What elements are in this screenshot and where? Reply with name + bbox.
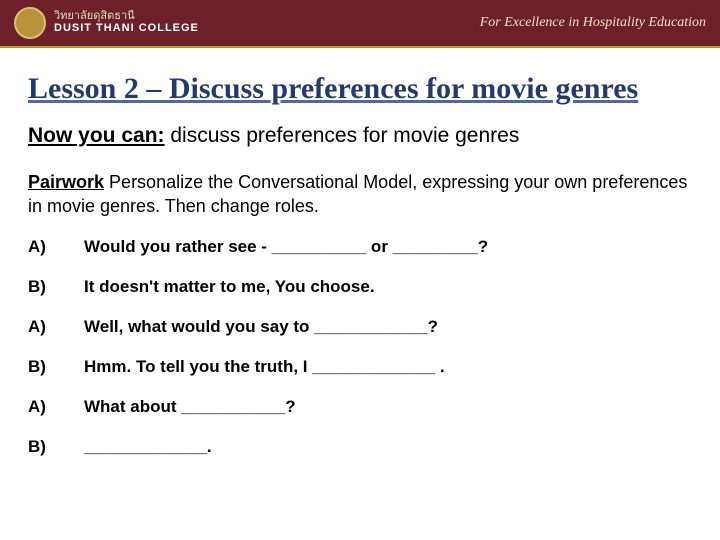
now-you-can-text: discuss preferences for movie genres <box>165 124 520 147</box>
dialogue-line: Hmm. To tell you the truth, I __________… <box>84 357 445 377</box>
college-name-english: DUSIT THANI COLLEGE <box>54 23 199 35</box>
dialogue-speaker: A) <box>28 317 84 337</box>
dialogue-speaker: B) <box>28 277 84 297</box>
dialogue-line: _____________. <box>84 437 212 457</box>
header-right: For Excellence in Hospitality Education <box>480 15 706 31</box>
dialogue-line: Would you rather see - __________ or ___… <box>84 237 488 257</box>
college-name: วิทยาลัยดุสิตธานี DUSIT THANI COLLEGE <box>54 11 199 34</box>
dialogue-speaker: A) <box>28 397 84 417</box>
dialogue-line: It doesn't matter to me, You choose. <box>84 277 375 297</box>
slide-content: Lesson 2 – Discuss preferences for movie… <box>0 56 720 457</box>
dialogue-speaker: B) <box>28 357 84 377</box>
page-number: 21 <box>684 6 698 22</box>
pairwork-text: Personalize the Conversational Model, ex… <box>28 172 687 216</box>
dialogue-row: B) _____________. <box>28 437 692 457</box>
lesson-title: Lesson 2 – Discuss preferences for movie… <box>28 72 692 106</box>
now-you-can-line: Now you can: discuss preferences for mov… <box>28 124 692 148</box>
college-slogan: For Excellence in Hospitality Education <box>480 15 706 31</box>
college-logo-block: วิทยาลัยดุสิตธานี DUSIT THANI COLLEGE <box>14 7 199 39</box>
dialogue-speaker: A) <box>28 237 84 257</box>
dialogue-row: A) Would you rather see - __________ or … <box>28 237 692 257</box>
dialogue-block: A) Would you rather see - __________ or … <box>28 237 692 457</box>
dialogue-row: A) What about ___________? <box>28 397 692 417</box>
dialogue-line: What about ___________? <box>84 397 296 417</box>
pairwork-lead: Pairwork <box>28 172 104 192</box>
dialogue-row: B) It doesn't matter to me, You choose. <box>28 277 692 297</box>
dialogue-row: B) Hmm. To tell you the truth, I _______… <box>28 357 692 377</box>
college-seal-icon <box>14 7 46 39</box>
header-bar: วิทยาลัยดุสิตธานี DUSIT THANI COLLEGE Fo… <box>0 0 720 46</box>
dialogue-row: A) Well, what would you say to _________… <box>28 317 692 337</box>
dialogue-speaker: B) <box>28 437 84 457</box>
now-you-can-lead: Now you can: <box>28 124 165 147</box>
header-divider <box>0 46 720 48</box>
pairwork-instruction: Pairwork Personalize the Conversational … <box>28 170 692 219</box>
dialogue-line: Well, what would you say to ____________… <box>84 317 438 337</box>
